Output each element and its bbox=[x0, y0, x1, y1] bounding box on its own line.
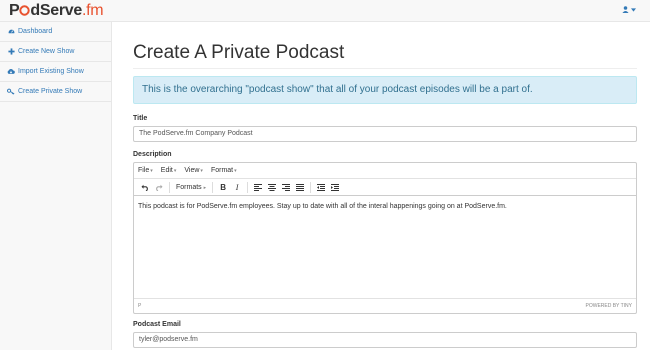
sidebar-item-import-existing-show[interactable]: Import Existing Show bbox=[0, 62, 111, 82]
brand-o-icon bbox=[19, 2, 31, 20]
menu-label: File bbox=[138, 167, 150, 174]
editor-menubar: File▾ Edit▾ View▾ Format▾ bbox=[134, 163, 636, 179]
caret-down-icon: ▾ bbox=[173, 168, 177, 174]
menu-edit[interactable]: Edit▾ bbox=[161, 167, 177, 174]
caret-down-icon bbox=[631, 7, 636, 12]
menu-view[interactable]: View▾ bbox=[184, 167, 203, 174]
caret-down-icon: ▾ bbox=[200, 168, 203, 174]
podcast-email-label: Podcast Email bbox=[133, 321, 181, 328]
brand-letter-p: P bbox=[9, 2, 20, 19]
caret-right-icon: ▸ bbox=[203, 184, 207, 191]
menu-label: View bbox=[184, 167, 200, 174]
title-input[interactable]: The PodServe.fm Company Podcast bbox=[133, 126, 637, 142]
title-label: Title bbox=[133, 115, 148, 122]
key-icon bbox=[7, 88, 15, 96]
editor-statusbar: P POWERED BY TINY bbox=[134, 298, 636, 313]
redo-button[interactable] bbox=[152, 181, 166, 194]
title-divider bbox=[133, 68, 637, 69]
indent-icon bbox=[331, 183, 340, 191]
align-center-button[interactable] bbox=[265, 181, 279, 194]
menu-label: Format bbox=[210, 167, 234, 174]
align-center-icon bbox=[268, 183, 277, 191]
sidebar-item-create-private-show[interactable]: Create Private Show bbox=[0, 82, 111, 102]
cloud-download-icon bbox=[7, 68, 15, 76]
main-content: Create A Private Podcast This is the ove… bbox=[112, 22, 650, 350]
editor-content-area[interactable]: This podcast is for PodServe.fm employee… bbox=[134, 196, 636, 298]
outdent-button[interactable] bbox=[314, 181, 328, 194]
align-left-button[interactable] bbox=[251, 181, 265, 194]
description-label: Description bbox=[133, 151, 172, 158]
bold-icon: B bbox=[220, 182, 227, 192]
user-icon bbox=[622, 6, 629, 13]
sidebar-item-label: Dashboard bbox=[18, 28, 53, 35]
menu-label: Edit bbox=[160, 167, 173, 174]
caret-down-icon: ▾ bbox=[234, 168, 237, 174]
menu-format[interactable]: Format▾ bbox=[211, 167, 237, 174]
powered-by-link[interactable]: POWERED BY TINY bbox=[586, 303, 633, 309]
toolbar-divider bbox=[310, 181, 312, 193]
undo-button[interactable] bbox=[138, 181, 152, 194]
brand-name: dServe bbox=[30, 2, 82, 19]
align-justify-button[interactable] bbox=[293, 181, 307, 194]
toolbar-divider bbox=[212, 181, 214, 193]
dashboard-icon bbox=[7, 28, 15, 36]
toolbar-divider bbox=[247, 181, 249, 193]
brand-logo[interactable]: PdServe.fm bbox=[9, 2, 104, 20]
indent-button[interactable] bbox=[328, 181, 342, 194]
italic-button[interactable]: I bbox=[230, 181, 244, 194]
undo-icon bbox=[141, 184, 148, 191]
plus-icon bbox=[7, 48, 15, 56]
align-right-icon bbox=[282, 183, 291, 191]
editor-toolbar: Formats ▸ B I bbox=[134, 179, 636, 196]
brand-ext: .fm bbox=[81, 2, 104, 19]
outdent-icon bbox=[317, 183, 326, 191]
sidebar: Dashboard Create New Show Import Existin… bbox=[0, 22, 112, 350]
podcast-email-input[interactable]: tyler@podserve.fm bbox=[133, 332, 637, 348]
align-justify-icon bbox=[296, 183, 305, 191]
redo-icon bbox=[156, 184, 163, 191]
rich-text-editor: File▾ Edit▾ View▾ Format▾ Formats ▸ B I bbox=[133, 162, 637, 314]
align-left-icon bbox=[254, 183, 263, 191]
top-navbar: PdServe.fm bbox=[0, 0, 650, 22]
sidebar-item-dashboard[interactable]: Dashboard bbox=[0, 22, 111, 42]
italic-icon: I bbox=[235, 182, 239, 192]
formats-dropdown[interactable]: Formats ▸ bbox=[173, 184, 209, 191]
align-right-button[interactable] bbox=[279, 181, 293, 194]
bold-button[interactable]: B bbox=[216, 181, 230, 194]
formats-label: Formats bbox=[176, 183, 202, 191]
user-menu[interactable] bbox=[622, 6, 636, 13]
info-alert: This is the overarching "podcast show" t… bbox=[133, 76, 637, 104]
element-path[interactable]: P bbox=[138, 303, 141, 309]
sidebar-item-label: Create New Show bbox=[18, 48, 75, 55]
sidebar-item-label: Create Private Show bbox=[18, 88, 83, 95]
sidebar-item-label: Import Existing Show bbox=[18, 68, 84, 75]
toolbar-divider bbox=[169, 181, 170, 193]
page-title: Create A Private Podcast bbox=[133, 42, 345, 63]
menu-file[interactable]: File▾ bbox=[138, 167, 153, 174]
sidebar-item-create-new-show[interactable]: Create New Show bbox=[0, 42, 111, 62]
caret-down-icon: ▾ bbox=[150, 168, 153, 174]
